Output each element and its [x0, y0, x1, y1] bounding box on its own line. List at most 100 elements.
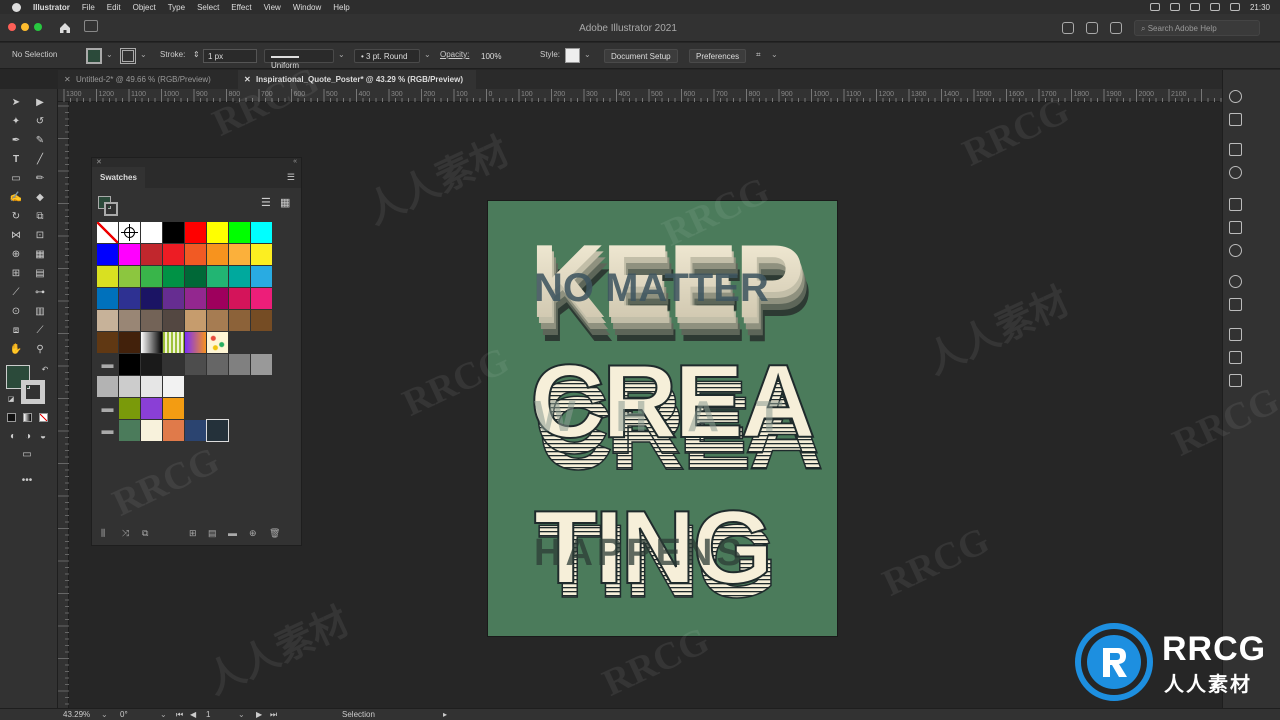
curvature-tool-icon[interactable]: ✎	[33, 135, 47, 147]
swatch[interactable]	[163, 420, 184, 441]
swatch[interactable]	[229, 222, 250, 243]
swatch[interactable]	[207, 354, 228, 375]
swatch[interactable]	[185, 266, 206, 287]
draw-inside-icon[interactable]: ◒	[36, 431, 50, 443]
swatch[interactable]	[141, 398, 162, 419]
stroke-color-swatch[interactable]	[120, 48, 136, 64]
swatch[interactable]	[119, 310, 140, 331]
swatch[interactable]	[119, 244, 140, 265]
artboard-dropdown-icon[interactable]: ⌄	[238, 710, 245, 719]
display-icon[interactable]	[1189, 3, 1200, 11]
panel-drag-bar[interactable]: ✕ «	[92, 158, 301, 167]
none-mode-button[interactable]	[39, 413, 48, 422]
apple-icon[interactable]	[12, 2, 21, 12]
swatch[interactable]	[119, 420, 140, 441]
swatch[interactable]	[141, 266, 162, 287]
fill-dropdown-icon[interactable]: ⌄	[106, 50, 113, 59]
swatch[interactable]	[163, 222, 184, 243]
column-graph-tool-icon[interactable]: ▥	[33, 306, 47, 318]
menu-view[interactable]: View	[264, 3, 281, 12]
swatch-options-icon[interactable]: ⊞	[189, 528, 197, 539]
status-tool-label[interactable]: Selection	[342, 710, 375, 719]
style-dropdown-icon[interactable]: ⌄	[584, 50, 591, 59]
swatch[interactable]	[251, 288, 272, 309]
swatch[interactable]	[206, 419, 229, 442]
swatch[interactable]	[163, 310, 184, 331]
swatch[interactable]	[207, 222, 228, 243]
swatch[interactable]	[119, 266, 140, 287]
transparency-panel-icon[interactable]	[1229, 244, 1242, 257]
eyedropper-tool-icon[interactable]: ⟋	[9, 287, 23, 299]
swatch[interactable]	[185, 310, 206, 331]
appearance-panel-icon[interactable]	[1229, 275, 1242, 288]
swatch[interactable]	[141, 222, 162, 243]
swatch[interactable]	[163, 244, 184, 265]
color-panel-icon[interactable]	[1229, 90, 1242, 103]
fill-color-swatch[interactable]	[86, 48, 102, 64]
stroke-box[interactable]	[21, 380, 45, 404]
eraser-tool-icon[interactable]: ◆	[33, 192, 47, 204]
menu-object[interactable]: Object	[133, 3, 156, 12]
menu-effect[interactable]: Effect	[231, 3, 251, 12]
profile-dropdown-icon[interactable]: ⌄	[338, 50, 345, 59]
swap-fill-stroke-icon[interactable]: ↶	[38, 364, 52, 376]
show-swatch-kinds-icon[interactable]: ⧉	[142, 528, 148, 539]
align-panel-icon[interactable]	[1229, 198, 1242, 211]
swatch[interactable]	[185, 244, 206, 265]
swatch[interactable]	[229, 266, 250, 287]
swatch[interactable]	[207, 266, 228, 287]
width-tool-icon[interactable]: ⋈	[9, 230, 23, 242]
swatch[interactable]	[97, 244, 118, 265]
swatch[interactable]	[119, 354, 140, 375]
status-menu-icon[interactable]: ▸	[443, 710, 447, 719]
type-tool-icon[interactable]: T	[9, 154, 23, 166]
mesh-tool-icon[interactable]: ⊞	[9, 268, 23, 280]
swatch[interactable]	[185, 354, 206, 375]
swatch[interactable]	[185, 288, 206, 309]
color-guide-panel-icon[interactable]	[1229, 113, 1242, 126]
rotate-tool-icon[interactable]: ↻	[9, 211, 23, 223]
graphic-style-swatch[interactable]	[565, 48, 580, 63]
swatch[interactable]	[97, 310, 118, 331]
menu-edit[interactable]: Edit	[107, 3, 121, 12]
close-tab-icon[interactable]: ✕	[64, 70, 71, 89]
menu-app-name[interactable]: Illustrator	[33, 3, 70, 12]
swatch[interactable]	[141, 310, 162, 331]
battery-icon[interactable]	[1229, 3, 1240, 11]
swatch-registration[interactable]	[119, 222, 140, 243]
rotate-dropdown-icon[interactable]: ⌄	[160, 710, 167, 719]
graphic-styles-panel-icon[interactable]	[1229, 298, 1242, 311]
discover-icon[interactable]	[1110, 22, 1122, 34]
opacity-label[interactable]: Opacity:	[440, 50, 469, 59]
tab-swatches[interactable]: Swatches	[92, 167, 145, 188]
free-transform-tool-icon[interactable]: ⊡	[33, 230, 47, 242]
swatch-pattern[interactable]	[207, 332, 228, 353]
color-group-folder-icon[interactable]: ▬	[97, 354, 118, 375]
preferences-button[interactable]: Preferences	[689, 49, 747, 63]
menu-file[interactable]: File	[82, 3, 95, 12]
swatch[interactable]	[163, 288, 184, 309]
swatch[interactable]	[229, 288, 250, 309]
next-artboard-icon[interactable]: ▶	[256, 710, 262, 719]
stroke-indicator[interactable]	[104, 202, 118, 216]
wifi-icon[interactable]	[1209, 3, 1220, 11]
new-folder-icon[interactable]: ▬	[228, 528, 237, 538]
stroke-dropdown-icon[interactable]: ⌄	[140, 50, 147, 59]
arrange-documents-icon[interactable]	[1086, 22, 1098, 34]
swatch[interactable]	[207, 244, 228, 265]
stroke-weight-input[interactable]: 1 px	[203, 49, 257, 63]
color-mode-button[interactable]	[7, 413, 16, 422]
close-panel-icon[interactable]: ✕	[96, 158, 102, 166]
artboard-tool-icon[interactable]: ⧈	[9, 325, 23, 337]
collapse-panel-icon[interactable]: «	[293, 158, 297, 165]
paintbrush-tool-icon[interactable]: ✏	[33, 173, 47, 185]
first-artboard-icon[interactable]: ⏮	[176, 710, 183, 720]
swatch[interactable]	[119, 332, 140, 353]
status-icon[interactable]	[1149, 3, 1160, 11]
magic-wand-tool-icon[interactable]: ✦	[9, 116, 23, 128]
perspective-grid-tool-icon[interactable]: ▦	[33, 249, 47, 261]
symbol-sprayer-tool-icon[interactable]: ⊙	[9, 306, 23, 318]
artboards-panel-icon[interactable]	[1229, 374, 1242, 387]
swatch[interactable]	[163, 266, 184, 287]
panel-menu-icon[interactable]: ☰	[287, 172, 295, 183]
